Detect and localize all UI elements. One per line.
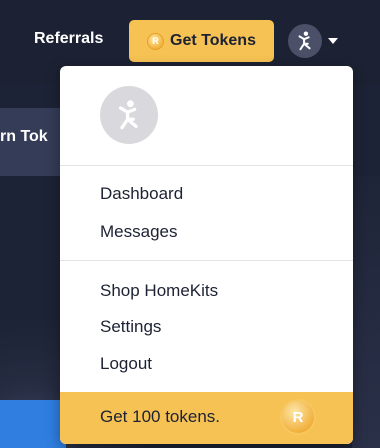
menu-item-logout[interactable]: Logout (100, 354, 152, 374)
referrals-link[interactable]: Referrals (34, 30, 103, 48)
token-coin-icon: R (280, 399, 316, 435)
background-tab-label: rn Tok (0, 128, 48, 145)
user-dropdown-menu: Dashboard Messages Shop HomeKits Setting… (60, 66, 353, 444)
background-edge (352, 176, 380, 448)
token-coin-icon: R (147, 32, 165, 50)
person-icon (298, 31, 311, 51)
background-blue-button[interactable] (0, 400, 66, 448)
menu-item-shop-homekits[interactable]: Shop HomeKits (100, 281, 218, 301)
get-100-tokens-label: Get 100 tokens. (100, 407, 221, 426)
chevron-down-icon[interactable] (328, 38, 338, 44)
person-icon (118, 100, 138, 130)
avatar (100, 86, 158, 144)
menu-divider (60, 165, 353, 166)
menu-divider (60, 260, 353, 261)
get-100-tokens-banner[interactable]: Get 100 tokens. R (60, 392, 353, 444)
user-avatar-button[interactable] (288, 24, 322, 58)
menu-item-messages[interactable]: Messages (100, 222, 177, 242)
get-tokens-button[interactable]: R Get Tokens (129, 20, 274, 62)
menu-item-settings[interactable]: Settings (100, 317, 161, 337)
menu-item-dashboard[interactable]: Dashboard (100, 184, 183, 204)
get-tokens-label: Get Tokens (170, 32, 256, 49)
